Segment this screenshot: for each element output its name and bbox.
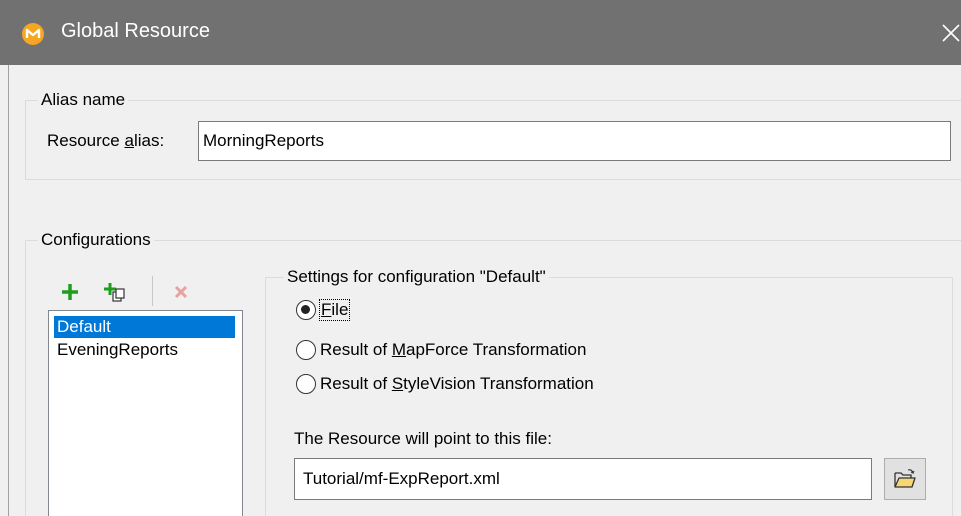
resource-alias-input[interactable]: MorningReports bbox=[198, 121, 951, 161]
radio-mapforce-button[interactable] bbox=[296, 340, 316, 360]
delete-x-icon[interactable] bbox=[169, 280, 193, 304]
browse-button[interactable] bbox=[884, 458, 926, 500]
radio-mapforce[interactable]: Result of MapForce Transformation bbox=[296, 338, 586, 362]
mapforce-logo-icon bbox=[22, 23, 44, 45]
radio-stylevision-button[interactable] bbox=[296, 374, 316, 394]
accel: M bbox=[391, 340, 406, 359]
configurations-toolbar bbox=[48, 276, 243, 306]
configurations-list[interactable]: Default EveningReports bbox=[48, 310, 243, 516]
alias-label-part: lias: bbox=[133, 131, 165, 150]
label-part: Result of bbox=[320, 374, 392, 393]
alias-label-part: Resource bbox=[47, 131, 125, 150]
label-part: tyleVision Transformation bbox=[403, 374, 594, 393]
resource-alias-label: Resource alias: bbox=[47, 131, 164, 151]
plus-copy-icon[interactable] bbox=[102, 280, 126, 304]
open-folder-icon bbox=[894, 469, 916, 488]
label-part: Result of bbox=[320, 340, 392, 359]
file-path-label: The Resource will point to this file: bbox=[294, 429, 552, 448]
close-icon[interactable] bbox=[936, 18, 961, 48]
accel: S bbox=[391, 374, 404, 393]
radio-mapforce-label: Result of MapForce Transformation bbox=[320, 340, 586, 360]
accel: F bbox=[321, 300, 332, 319]
label-part: ile bbox=[331, 300, 349, 319]
dialog-body: Alias name Resource alias: MorningReport… bbox=[8, 65, 961, 516]
alias-group-label: Alias name bbox=[38, 90, 129, 110]
radio-file[interactable]: File bbox=[296, 298, 351, 322]
radio-file-label: File bbox=[318, 299, 351, 321]
radio-stylevision[interactable]: Result of StyleVision Transformation bbox=[296, 372, 594, 396]
global-resource-dialog: Global Resource Alias name Resource alia… bbox=[0, 0, 961, 516]
file-path-input[interactable]: Tutorial/mf-ExpReport.xml bbox=[294, 458, 872, 500]
title-bar: Global Resource bbox=[0, 0, 961, 65]
list-item[interactable]: EveningReports bbox=[54, 339, 181, 361]
list-item[interactable]: Default bbox=[54, 316, 235, 338]
label-part: apForce Transformation bbox=[405, 340, 587, 359]
radio-file-button[interactable] bbox=[296, 300, 316, 320]
configurations-group-label: Configurations bbox=[38, 230, 154, 250]
window-title: Global Resource bbox=[61, 20, 210, 42]
radio-stylevision-label: Result of StyleVision Transformation bbox=[320, 374, 594, 394]
alias-label-accel: a bbox=[124, 131, 134, 150]
plus-icon[interactable] bbox=[58, 280, 82, 304]
toolbar-separator bbox=[152, 276, 153, 306]
settings-group-label: Settings for configuration "Default" bbox=[284, 267, 549, 287]
